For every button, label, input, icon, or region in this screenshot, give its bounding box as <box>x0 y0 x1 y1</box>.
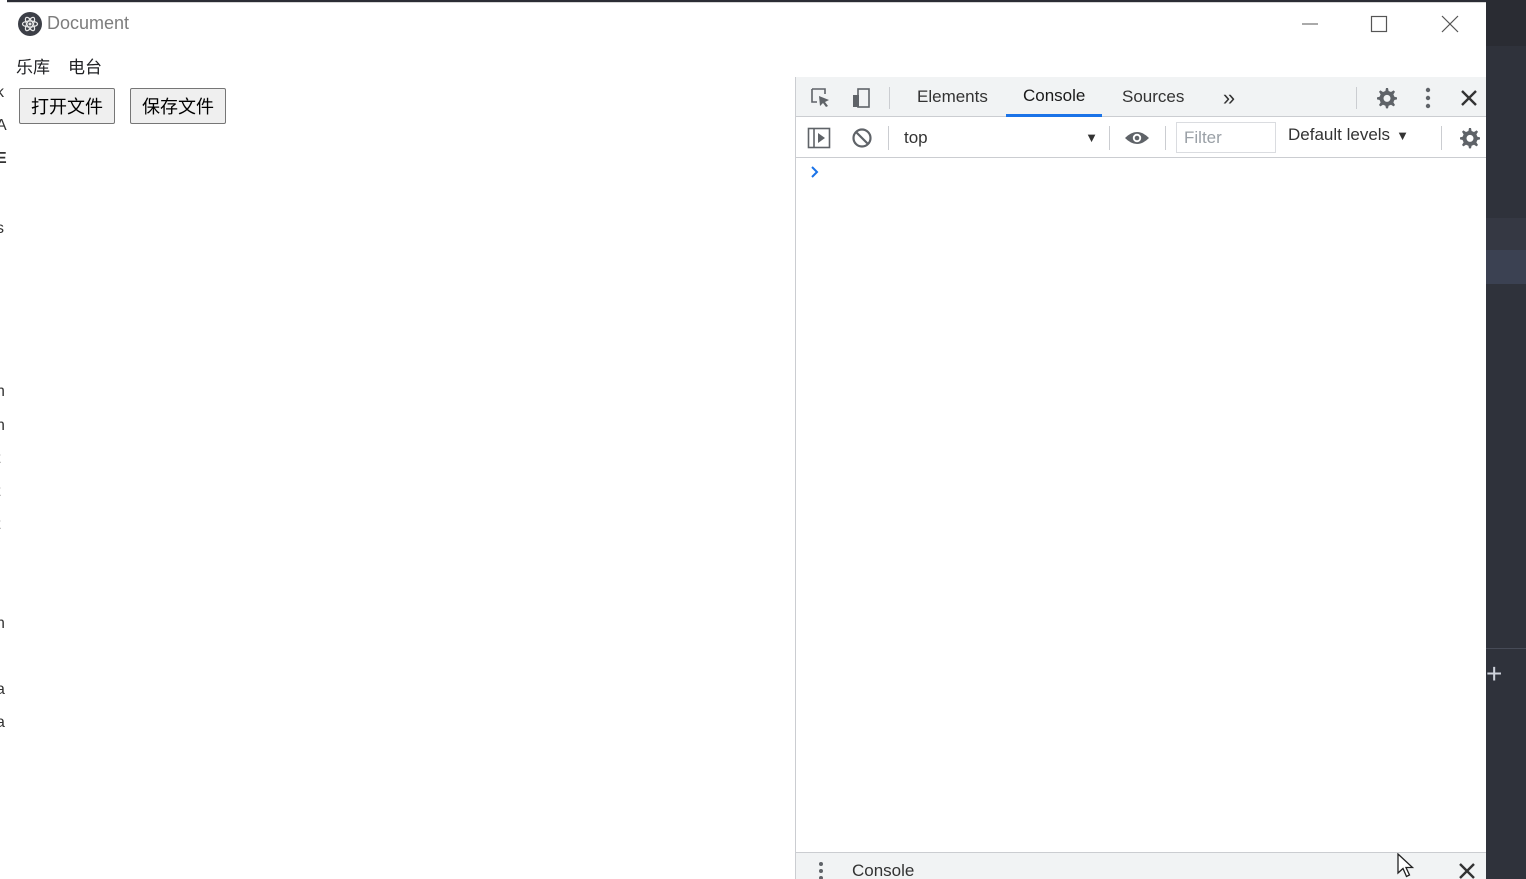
settings-icon[interactable] <box>1373 85 1399 111</box>
plus-icon[interactable]: + <box>1486 660 1502 688</box>
window-title: Document <box>47 13 130 33</box>
context-selector-value: top <box>904 128 928 147</box>
sidebar-toggle-icon[interactable] <box>806 126 832 150</box>
dropdown-arrow-icon: ▼ <box>1085 130 1098 145</box>
tab-console[interactable]: Console <box>1006 77 1103 117</box>
tab-sources[interactable]: Sources <box>1122 77 1184 117</box>
clear-console-icon[interactable] <box>850 126 874 150</box>
close-icon[interactable] <box>1430 9 1470 39</box>
log-levels-label: Default levels <box>1288 125 1391 144</box>
menu-item-music-library[interactable]: 乐库 <box>16 53 50 77</box>
maximize-icon[interactable] <box>1359 9 1399 39</box>
close-drawer-icon[interactable] <box>1457 861 1477 879</box>
background-editor-left: jkA Es jjh ntt tnj aa <box>0 0 7 879</box>
menu-item-radio[interactable]: 电台 <box>68 53 102 77</box>
minimize-icon[interactable] <box>1290 9 1330 39</box>
eye-icon[interactable] <box>1123 126 1151 150</box>
app-logo-icon <box>18 12 42 36</box>
devtools-tab-bar: Elements Console Sources » <box>796 77 1486 117</box>
device-toggle-icon[interactable] <box>848 85 874 111</box>
devtools-panel: Elements Console Sources » top ▼ Filter … <box>795 77 1486 879</box>
close-devtools-icon[interactable] <box>1457 86 1481 110</box>
mouse-cursor-icon <box>1397 852 1417 879</box>
save-file-button[interactable]: 保存文件 <box>130 88 226 124</box>
kebab-menu-icon[interactable] <box>1416 85 1440 111</box>
background-editor-right: + <box>1486 0 1526 879</box>
menu-bar: 乐库 电台 <box>16 53 102 77</box>
console-drawer: Console <box>796 852 1486 879</box>
context-selector[interactable]: top ▼ <box>904 125 1104 151</box>
console-prompt-icon[interactable] <box>810 165 820 184</box>
console-settings-icon[interactable] <box>1456 126 1482 150</box>
inspect-element-icon[interactable] <box>808 85 834 111</box>
dropdown-arrow-icon: ▼ <box>1396 127 1409 143</box>
drawer-menu-icon[interactable] <box>814 861 828 879</box>
more-tabs-icon[interactable]: » <box>1218 85 1240 110</box>
console-toolbar: top ▼ Filter Default levels ▼ <box>796 117 1486 158</box>
filter-input[interactable]: Filter <box>1176 122 1276 153</box>
app-window: Document 乐库 电台 打开文件 保存文件 Elements Consol… <box>7 2 1486 879</box>
drawer-title[interactable]: Console <box>852 861 914 879</box>
tab-elements[interactable]: Elements <box>917 77 988 117</box>
log-levels-dropdown[interactable]: Default levels ▼ <box>1288 125 1409 145</box>
open-file-button[interactable]: 打开文件 <box>19 88 115 124</box>
title-bar: Document <box>7 3 1486 43</box>
